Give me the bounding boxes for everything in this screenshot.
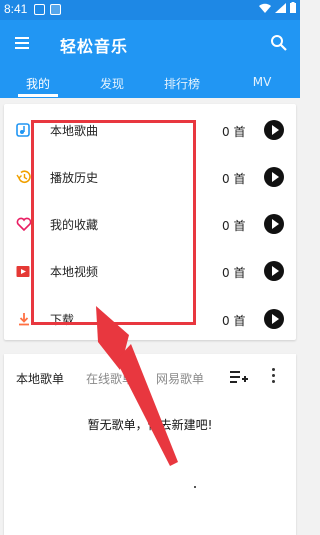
notification-icon [34, 4, 45, 15]
app-title: 轻松音乐 [60, 37, 129, 56]
wifi-icon [259, 3, 271, 13]
list-item-count: 0 首 [222, 172, 246, 186]
list-item-count: 0 首 [222, 266, 246, 280]
search-icon[interactable] [270, 34, 288, 52]
list-item-count: 0 首 [222, 219, 246, 233]
list-item-label: 下载 [50, 313, 75, 327]
tab-local-playlists[interactable]: 本地歌单 [16, 370, 64, 387]
status-time: 8:41 [4, 2, 28, 16]
music-note-icon [16, 123, 30, 137]
download-icon [19, 313, 29, 326]
heart-icon [16, 217, 32, 232]
list-item-count: 0 首 [222, 314, 246, 328]
signal-icon [275, 2, 286, 13]
list-item-history[interactable]: 播放历史 0 首 [4, 159, 296, 199]
app-bar: 轻松音乐 [0, 20, 300, 70]
dot-mark [194, 486, 196, 488]
list-item-count: 0 首 [222, 125, 246, 139]
tab-discover[interactable]: 发现 [82, 75, 142, 92]
main-tabs: 我的 发现 排行榜 MV [0, 70, 300, 98]
video-icon [16, 266, 30, 277]
play-icon[interactable] [264, 309, 284, 329]
list-item-local-songs[interactable]: 本地歌曲 0 首 [4, 112, 296, 152]
add-playlist-icon[interactable] [230, 368, 248, 386]
tab-charts[interactable]: 排行榜 [152, 75, 212, 92]
more-options-icon[interactable] [270, 368, 276, 384]
list-item-label: 播放历史 [50, 171, 99, 185]
tab-mine[interactable]: 我的 [8, 75, 68, 92]
play-icon[interactable] [264, 261, 284, 281]
notification-icon [50, 4, 61, 15]
tab-netease-playlists[interactable]: 网易歌单 [156, 370, 204, 387]
history-icon [16, 170, 31, 183]
play-icon[interactable] [264, 120, 284, 140]
playlist-card: 本地歌单 在线歌单 网易歌单 暂无歌单，快去新建吧! [4, 354, 296, 535]
empty-playlists-text: 暂无歌单，快去新建吧! [87, 418, 213, 432]
list-item-label: 我的收藏 [50, 218, 99, 232]
list-item-label: 本地歌曲 [50, 124, 99, 138]
tab-online-playlists[interactable]: 在线歌单 [86, 370, 134, 387]
menu-icon[interactable] [15, 37, 29, 49]
local-music-card: 本地歌曲 0 首 播放历史 0 首 我的收藏 0 首 本地视频 0 首 下载 0… [4, 104, 296, 340]
tab-mv[interactable]: MV [232, 75, 292, 89]
list-item-favorites[interactable]: 我的收藏 0 首 [4, 206, 296, 246]
list-item-local-videos[interactable]: 本地视频 0 首 [4, 253, 296, 293]
battery-icon [290, 2, 296, 13]
tab-indicator [18, 94, 58, 97]
status-bar: 8:41 [0, 0, 300, 20]
play-icon[interactable] [264, 214, 284, 234]
play-icon[interactable] [264, 167, 284, 187]
list-item-label: 本地视频 [50, 265, 99, 279]
status-right [259, 2, 296, 13]
list-item-downloads[interactable]: 下载 0 首 [4, 301, 296, 341]
